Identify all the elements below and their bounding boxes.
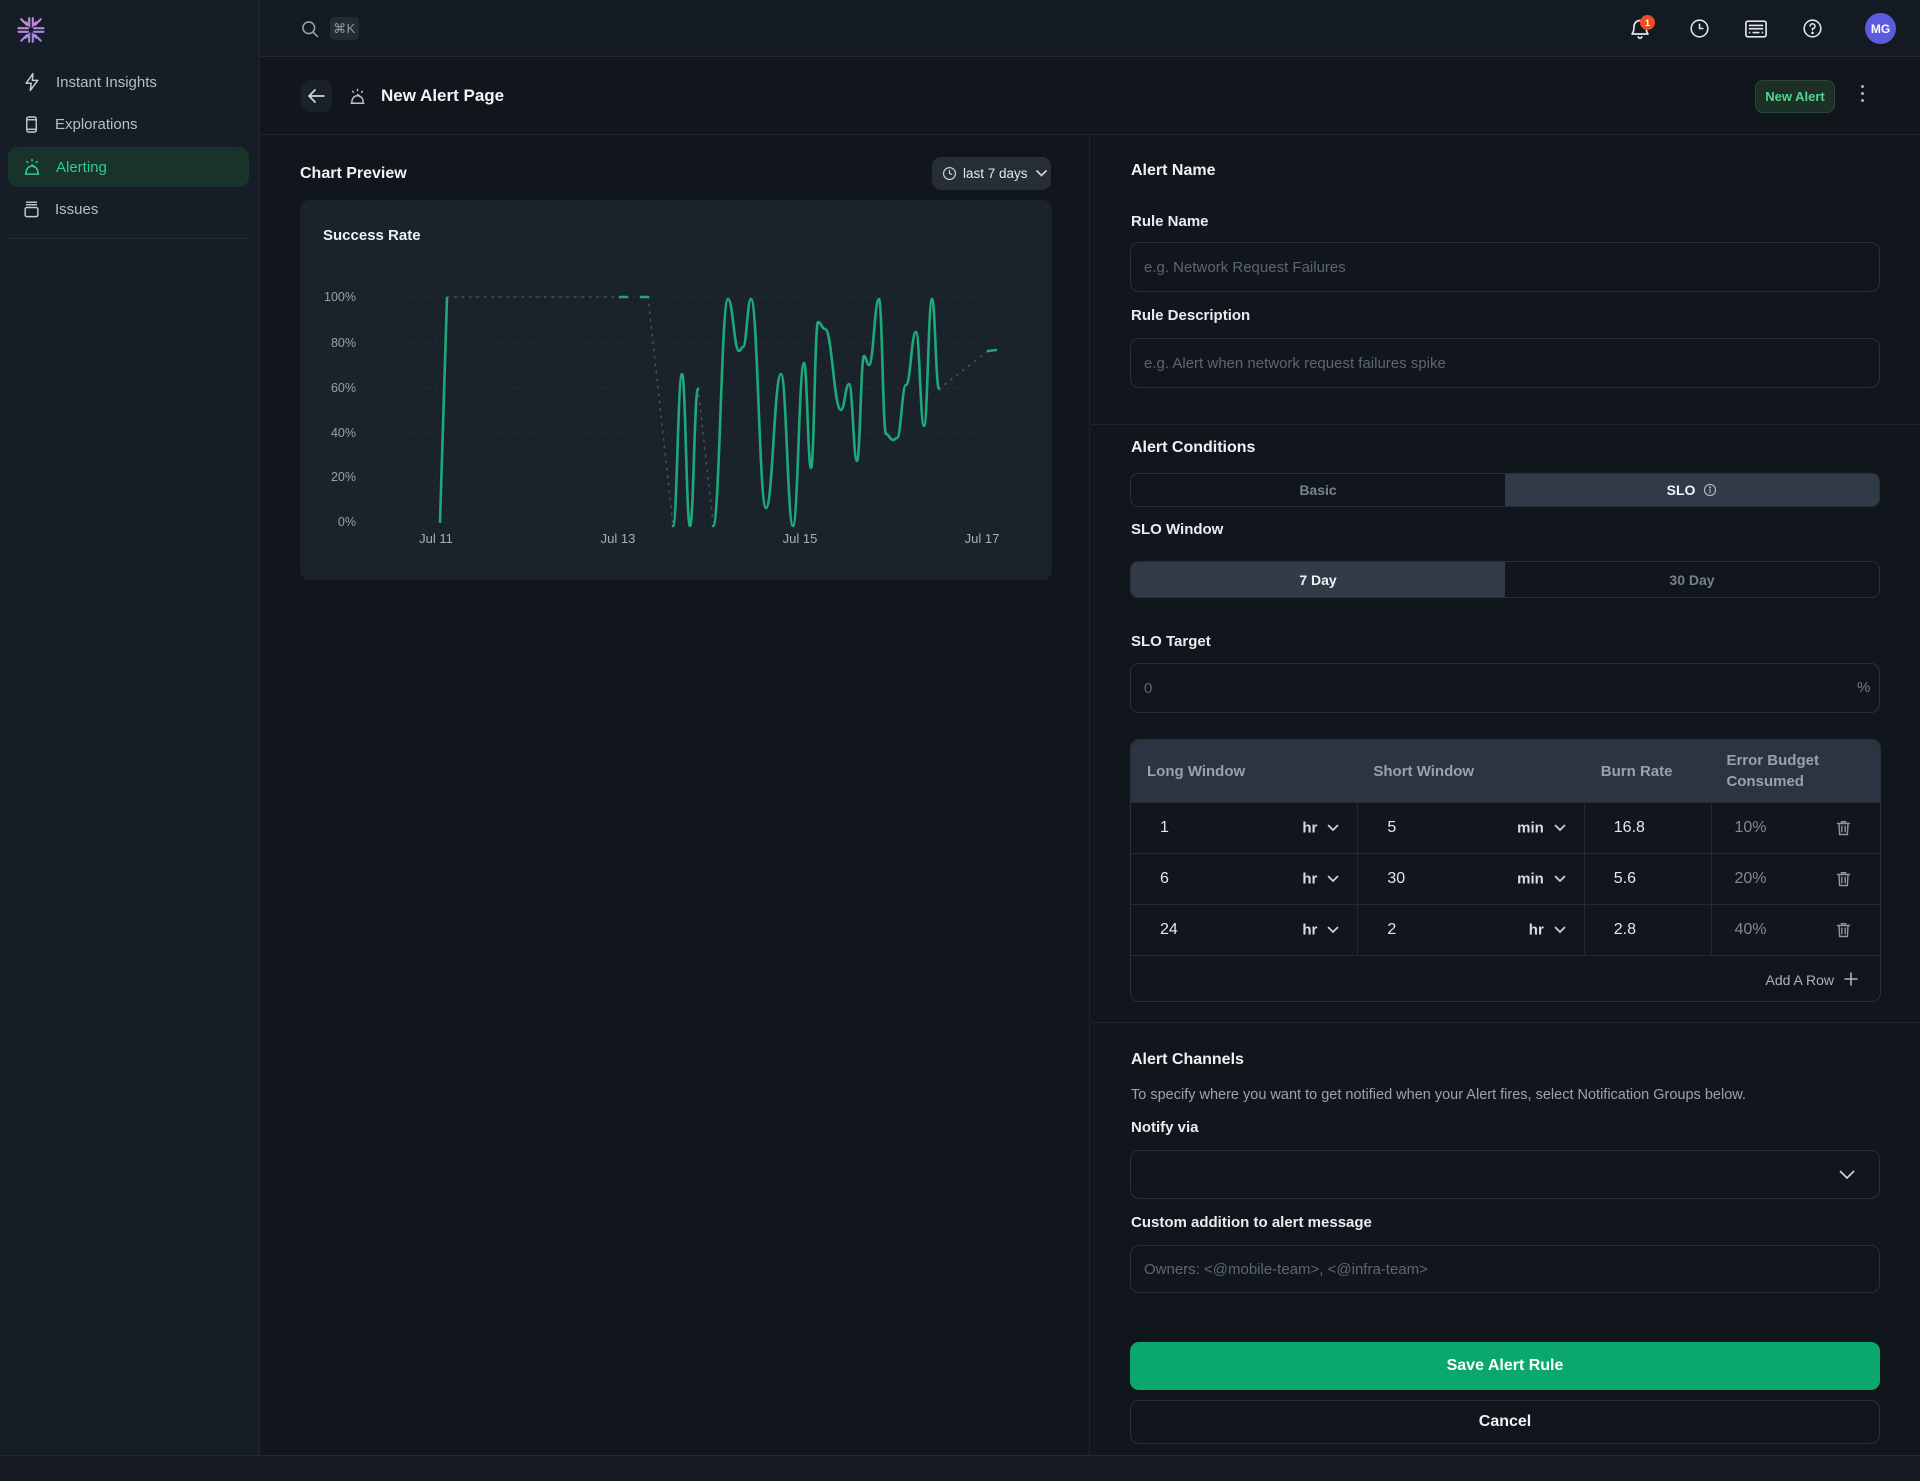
svg-text:100%: 100%: [324, 290, 356, 304]
svg-text:80%: 80%: [331, 336, 356, 350]
svg-text:Jul 11: Jul 11: [419, 531, 453, 546]
svg-text:60%: 60%: [331, 381, 356, 395]
svg-text:Jul 17: Jul 17: [965, 531, 1000, 546]
svg-text:Jul 15: Jul 15: [783, 531, 818, 546]
svg-text:Jul 13: Jul 13: [601, 531, 636, 546]
svg-text:40%: 40%: [331, 426, 356, 440]
svg-text:0%: 0%: [338, 515, 356, 529]
svg-text:20%: 20%: [331, 470, 356, 484]
